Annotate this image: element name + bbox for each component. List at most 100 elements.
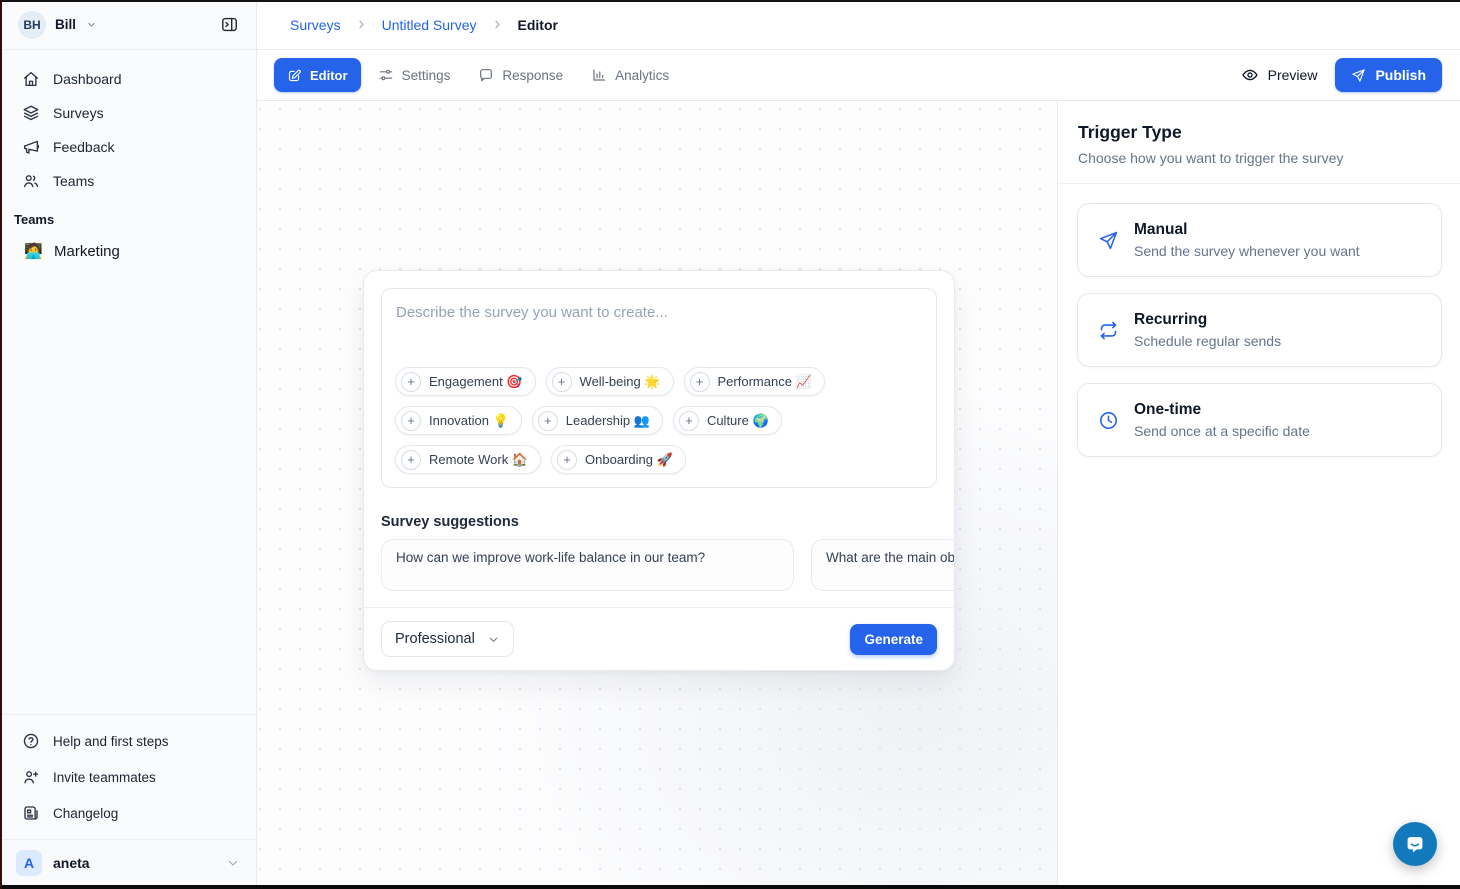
breadcrumb-untitled-survey[interactable]: Untitled Survey — [382, 17, 477, 33]
bar-chart-icon — [591, 67, 607, 83]
trigger-panel-header: Trigger Type Choose how you want to trig… — [1058, 101, 1460, 184]
sidebar-spacer — [0, 269, 256, 714]
survey-composer-card: Describe the survey you want to create..… — [363, 270, 955, 671]
chat-launcher-button[interactable] — [1393, 822, 1437, 866]
workspace-switcher[interactable]: BH Bill — [0, 0, 256, 50]
users-icon — [22, 172, 40, 190]
chip-label: Culture 🌍 — [707, 413, 769, 429]
chip-label: Leadership 👥 — [566, 413, 650, 429]
preview-label: Preview — [1268, 67, 1318, 83]
chip-onboarding[interactable]: +Onboarding 🚀 — [551, 445, 686, 474]
editor-canvas[interactable]: Describe the survey you want to create..… — [257, 101, 1057, 885]
send-icon — [1351, 68, 1366, 83]
trigger-options: Manual Send the survey whenever you want… — [1058, 184, 1460, 457]
sidebar-item-label: Feedback — [53, 139, 114, 155]
sidebar-collapse-button[interactable] — [216, 12, 242, 38]
tab-editor[interactable]: Editor — [274, 58, 361, 92]
publish-button[interactable]: Publish — [1335, 58, 1442, 92]
account-name: aneta — [53, 855, 90, 871]
sidebar-item-label: Dashboard — [53, 71, 122, 87]
plus-icon: + — [679, 411, 699, 431]
panel-collapse-icon — [220, 15, 239, 34]
teams-section-label: Teams — [0, 198, 256, 231]
composer-footer: Professional Generate — [364, 607, 954, 670]
suggestions-row: How can we improve work-life balance in … — [381, 539, 954, 591]
account-avatar: A — [16, 850, 42, 876]
sidebar-item-help[interactable]: Help and first steps — [12, 723, 244, 759]
option-title: Recurring — [1134, 311, 1281, 329]
chevron-right-icon — [355, 18, 368, 31]
suggestions-title: Survey suggestions — [381, 514, 937, 530]
tab-label: Settings — [402, 68, 451, 83]
plus-icon: + — [401, 450, 421, 470]
sidebar-item-teams[interactable]: Teams — [12, 164, 244, 198]
chip-label: Innovation 💡 — [429, 413, 509, 429]
tone-selected-value: Professional — [395, 631, 475, 647]
chip-leadership[interactable]: +Leadership 👥 — [532, 406, 663, 435]
plus-icon: + — [552, 372, 572, 392]
tab-response[interactable]: Response — [467, 58, 574, 92]
chip-culture[interactable]: + Culture 🌍 — [673, 406, 782, 435]
breadcrumb-surveys[interactable]: Surveys — [290, 17, 341, 33]
breadcrumb-editor: Editor — [518, 17, 558, 33]
trigger-option-one-time[interactable]: One-time Send once at a specific date — [1077, 383, 1442, 457]
trigger-option-manual[interactable]: Manual Send the survey whenever you want — [1077, 203, 1442, 277]
tab-settings[interactable]: Settings — [367, 58, 462, 92]
tab-label: Editor — [310, 68, 348, 83]
account-menu[interactable]: A aneta — [0, 839, 256, 885]
generate-button[interactable]: Generate — [850, 624, 937, 655]
tone-select[interactable]: Professional — [381, 621, 514, 657]
chip-label: Performance 📈 — [718, 374, 812, 390]
prompt-placeholder: Describe the survey you want to create..… — [382, 289, 936, 321]
panel-subtitle: Choose how you want to trigger the surve… — [1078, 150, 1440, 166]
sidebar-item-changelog[interactable]: Changelog — [12, 795, 244, 831]
window-edge-bottom — [0, 885, 1460, 889]
sidebar-item-feedback[interactable]: Feedback — [12, 130, 244, 164]
sidebar-item-dashboard[interactable]: Dashboard — [12, 62, 244, 96]
chip-label: Well-being 🌟 — [580, 374, 661, 390]
sidebar-item-invite[interactable]: Invite teammates — [12, 759, 244, 795]
edit-icon — [287, 68, 302, 83]
sidebar-item-label: Surveys — [53, 105, 104, 121]
chip-remote-work[interactable]: + Remote Work 🏠 — [395, 445, 541, 474]
help-circle-icon — [22, 732, 40, 750]
sidebar-item-label: Teams — [53, 173, 94, 189]
chevron-right-icon — [491, 18, 504, 31]
chip-engagement[interactable]: +Engagement 🎯 — [395, 367, 536, 396]
window-edge-top — [0, 0, 1460, 2]
topic-chips: +Engagement 🎯 +Well-being 🌟 +Performance… — [382, 367, 936, 487]
sidebar-nav: Dashboard Surveys Feedback Teams — [0, 50, 256, 198]
publish-label: Publish — [1375, 67, 1426, 83]
sidebar-item-label: Changelog — [53, 806, 118, 821]
technologist-emoji-icon: 🧑‍💻 — [24, 242, 42, 260]
sidebar: BH Bill Dashboard Surveys — [0, 0, 257, 885]
chip-label: Engagement 🎯 — [429, 374, 523, 390]
workspace-name: Bill — [55, 17, 76, 32]
panel-title: Trigger Type — [1078, 122, 1440, 143]
chip-performance[interactable]: +Performance 📈 — [684, 367, 825, 396]
sidebar-item-surveys[interactable]: Surveys — [12, 96, 244, 130]
chat-smile-icon — [1404, 833, 1426, 855]
team-name: Marketing — [54, 243, 120, 260]
sidebar-item-label: Help and first steps — [53, 734, 169, 749]
send-icon — [1098, 230, 1119, 259]
editor-toolbar: Editor Settings Response Analytics Previ… — [257, 50, 1460, 101]
tab-analytics[interactable]: Analytics — [580, 58, 680, 92]
suggestion-card[interactable]: What are the main ob — [811, 539, 954, 591]
prompt-input[interactable]: Describe the survey you want to create..… — [381, 288, 937, 488]
option-description: Send once at a specific date — [1134, 423, 1310, 439]
option-description: Send the survey whenever you want — [1134, 243, 1360, 259]
sliders-icon — [378, 67, 394, 83]
chip-label: Remote Work 🏠 — [429, 452, 528, 468]
sidebar-item-team-marketing[interactable]: 🧑‍💻 Marketing — [12, 233, 244, 269]
suggestion-card[interactable]: How can we improve work-life balance in … — [381, 539, 794, 591]
option-title: Manual — [1134, 221, 1360, 239]
eye-icon — [1241, 66, 1259, 84]
chip-innovation[interactable]: +Innovation 💡 — [395, 406, 522, 435]
sidebar-item-label: Invite teammates — [53, 770, 156, 785]
preview-button[interactable]: Preview — [1241, 66, 1318, 84]
chip-well-being[interactable]: + Well-being 🌟 — [546, 367, 674, 396]
trigger-option-recurring[interactable]: Recurring Schedule regular sends — [1077, 293, 1442, 367]
workspace-avatar: BH — [18, 11, 46, 39]
chevron-down-icon — [226, 856, 240, 870]
